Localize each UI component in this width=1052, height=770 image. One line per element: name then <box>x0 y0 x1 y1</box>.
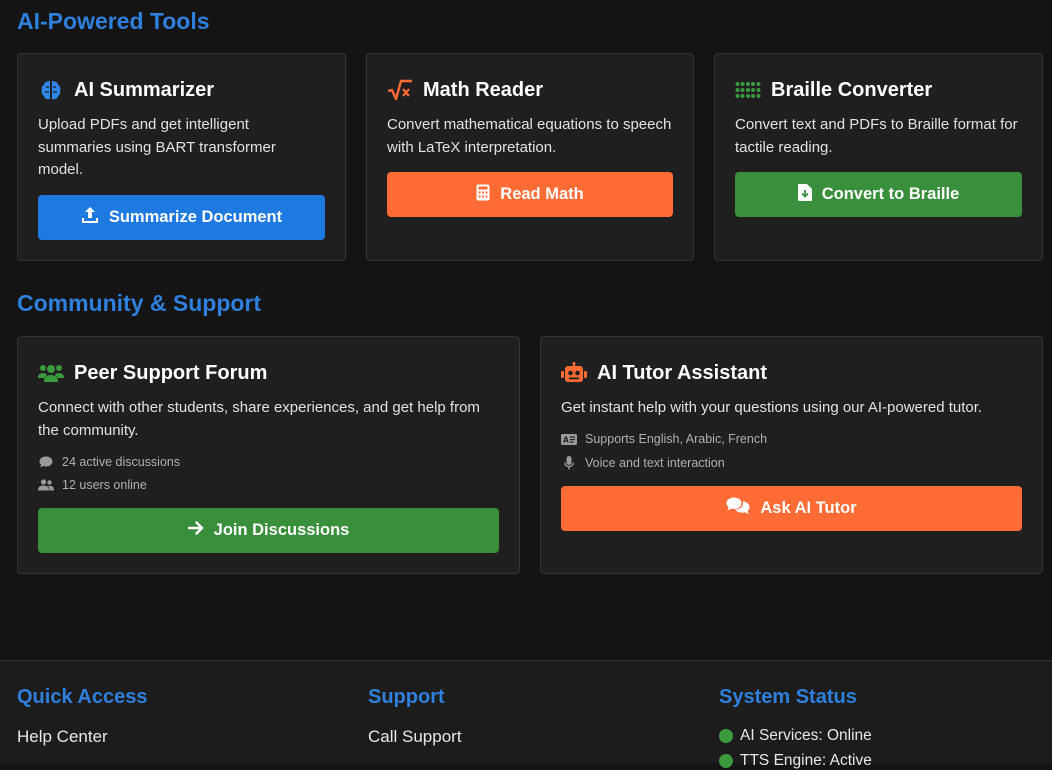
stat-text: 24 active discussions <box>62 455 181 469</box>
microphone-icon <box>561 456 577 470</box>
arrow-right-icon <box>187 521 204 540</box>
braille-icon <box>735 78 761 102</box>
call-support-link[interactable]: Call Support <box>368 727 462 747</box>
footer-heading: System Status <box>719 686 857 708</box>
card-ai-summarizer: AI Summarizer Upload PDFs and get intell… <box>17 53 346 261</box>
user-group-icon <box>38 479 54 491</box>
card-title: AI Tutor Assistant <box>597 361 768 384</box>
card-ai-tutor-assistant: AI Tutor Assistant Get instant help with… <box>540 336 1043 574</box>
card-title: AI Summarizer <box>74 78 215 101</box>
read-math-button[interactable]: Read Math <box>387 172 673 217</box>
convert-to-braille-button[interactable]: Convert to Braille <box>735 172 1022 217</box>
file-download-icon <box>797 183 812 206</box>
card-math-reader: Math Reader Convert mathematical equatio… <box>366 53 694 261</box>
section-title-community: Community & Support <box>17 290 262 316</box>
help-center-link[interactable]: Help Center <box>17 727 108 747</box>
footer: Quick Access Help Center Support Call Su… <box>0 660 1052 769</box>
card-description: Connect with other students, share exper… <box>38 399 480 439</box>
comment-icon <box>38 456 54 468</box>
card-header: AI Tutor Assistant <box>561 361 767 385</box>
card-title: Peer Support Forum <box>74 361 268 384</box>
button-label: Read Math <box>500 185 584 203</box>
users-icon <box>38 361 64 385</box>
card-title: Math Reader <box>423 78 544 101</box>
card-braille-converter: Braille Converter Convert text and PDFs … <box>714 53 1043 261</box>
button-label: Join Discussions <box>213 521 350 539</box>
card-header: Braille Converter <box>735 78 932 102</box>
card-title: Braille Converter <box>771 78 933 101</box>
comments-icon <box>726 497 750 520</box>
card-description: Upload PDFs and get intelligent summarie… <box>38 116 276 178</box>
card-description: Convert text and PDFs to Braille format … <box>735 116 1018 156</box>
status-ai-services: AI Services: Online <box>719 727 872 745</box>
button-label: Ask AI Tutor <box>760 499 857 517</box>
card-header: Math Reader <box>387 78 543 102</box>
stat-users-online: 12 users online <box>38 478 147 492</box>
stat-active-discussions: 24 active discussions <box>38 455 180 469</box>
summarize-document-button[interactable]: Summarize Document <box>38 195 325 240</box>
button-label: Summarize Document <box>108 208 283 226</box>
status-text: TTS Engine: Active <box>740 752 872 769</box>
footer-heading: Quick Access <box>17 686 148 708</box>
card-description: Convert mathematical equations to speech… <box>387 116 672 156</box>
robot-icon <box>561 361 587 385</box>
square-root-icon <box>387 78 413 102</box>
status-text: AI Services: Online <box>740 727 872 744</box>
feature-text: Voice and text interaction <box>585 456 725 470</box>
card-peer-support-forum: Peer Support Forum Connect with other st… <box>17 336 520 574</box>
stat-text: 12 users online <box>62 478 147 492</box>
status-dot-icon <box>719 729 733 743</box>
upload-icon <box>81 206 99 229</box>
language-icon: A <box>561 433 577 445</box>
feature-voice-text: Voice and text interaction <box>561 456 725 470</box>
ask-ai-tutor-button[interactable]: Ask AI Tutor <box>561 486 1022 531</box>
status-dot-icon <box>719 754 733 768</box>
feature-languages: A Supports English, Arabic, French <box>561 432 767 446</box>
status-tts-engine: TTS Engine: Active <box>719 752 872 770</box>
button-label: Convert to Braille <box>821 185 960 203</box>
svg-text:A: A <box>563 435 569 444</box>
join-discussions-button[interactable]: Join Discussions <box>38 508 499 553</box>
section-title-ai-tools: AI-Powered Tools <box>17 8 210 34</box>
brain-icon <box>38 78 64 102</box>
card-header: AI Summarizer <box>38 78 214 102</box>
calculator-icon <box>476 184 490 206</box>
card-header: Peer Support Forum <box>38 361 267 385</box>
feature-text: Supports English, Arabic, French <box>585 432 768 446</box>
card-description: Get instant help with your questions usi… <box>561 399 983 416</box>
footer-heading: Support <box>368 686 445 708</box>
